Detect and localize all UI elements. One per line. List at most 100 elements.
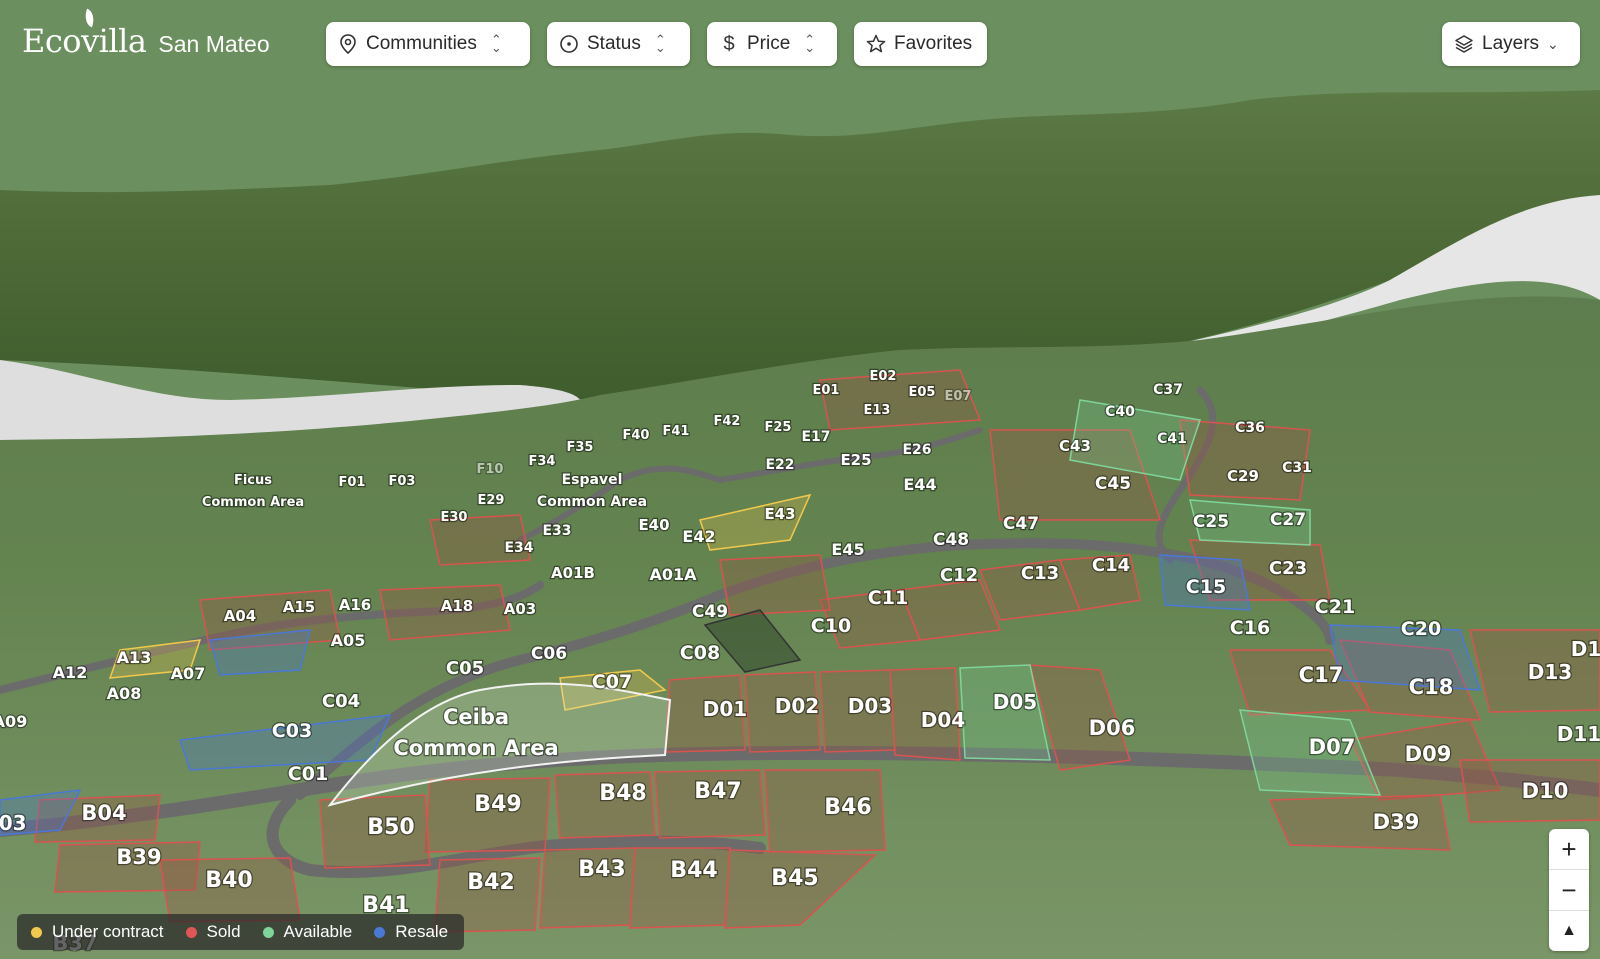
lot-label-b39[interactable]: B39 bbox=[115, 844, 163, 871]
lot-label-f40[interactable]: F40 bbox=[621, 427, 650, 445]
lot-label-c31[interactable]: C31 bbox=[1281, 459, 1313, 478]
lot-label-d05[interactable]: D05 bbox=[992, 689, 1039, 716]
lot-label-d10[interactable]: D10 bbox=[1520, 778, 1569, 805]
lot-label-c37[interactable]: C37 bbox=[1152, 381, 1184, 400]
lot-label-d06[interactable]: D06 bbox=[1087, 715, 1136, 742]
lot-label-e02[interactable]: E02 bbox=[868, 368, 897, 386]
lot-label-c15[interactable]: C15 bbox=[1185, 575, 1228, 600]
compass-button[interactable]: ▲ bbox=[1549, 911, 1589, 951]
lot-label-c08[interactable]: C08 bbox=[679, 641, 722, 666]
lot-label-e25[interactable]: E25 bbox=[839, 450, 873, 471]
lot-label-f35[interactable]: F35 bbox=[565, 439, 594, 457]
lot-label-c40[interactable]: C40 bbox=[1104, 403, 1137, 422]
lot-label-c45[interactable]: C45 bbox=[1094, 473, 1133, 496]
status-filter[interactable]: Status ⌃ ⌄ bbox=[547, 22, 690, 66]
common-area-label-espavel[interactable]: Common Area bbox=[536, 493, 649, 512]
lot-label-b42[interactable]: B42 bbox=[466, 869, 516, 897]
favorites-button[interactable]: Favorites bbox=[854, 22, 987, 66]
lot-label-e40[interactable]: E40 bbox=[637, 515, 671, 536]
lot-label-c29[interactable]: C29 bbox=[1226, 466, 1260, 487]
lot-label-a05[interactable]: A05 bbox=[329, 630, 366, 652]
lot-label-f03[interactable]: F03 bbox=[387, 473, 416, 491]
lot-label-b45[interactable]: B45 bbox=[770, 865, 820, 893]
lot-label-c41[interactable]: C41 bbox=[1156, 430, 1188, 449]
lot-label-e42[interactable]: E42 bbox=[681, 526, 717, 548]
lot-label-a04[interactable]: A04 bbox=[223, 606, 258, 627]
lot-label-e01[interactable]: E01 bbox=[811, 382, 840, 400]
lot-label-e22[interactable]: E22 bbox=[764, 456, 796, 475]
lot-label-a12[interactable]: A12 bbox=[51, 662, 88, 684]
lot-label-e43[interactable]: E43 bbox=[763, 504, 797, 525]
lot-label-e44[interactable]: E44 bbox=[902, 474, 938, 496]
lot-label-c43[interactable]: C43 bbox=[1058, 436, 1092, 457]
lot-label-a07[interactable]: A07 bbox=[169, 663, 206, 685]
lot-label-f25[interactable]: F25 bbox=[763, 419, 792, 437]
lot-label-c20[interactable]: C20 bbox=[1400, 617, 1443, 642]
lot-label-b50[interactable]: B50 bbox=[366, 814, 416, 842]
lot-label-c05[interactable]: C05 bbox=[445, 657, 486, 681]
lot-label-a18[interactable]: A18 bbox=[440, 596, 475, 617]
lot-label-d07[interactable]: D07 bbox=[1307, 734, 1356, 761]
lot-label-e05[interactable]: E05 bbox=[907, 384, 936, 402]
lot-label-b03[interactable]: B03 bbox=[0, 810, 28, 837]
lot-label-d02[interactable]: D02 bbox=[774, 693, 821, 720]
lot-label-c23[interactable]: C23 bbox=[1268, 557, 1309, 581]
lot-label-c18[interactable]: C18 bbox=[1407, 674, 1454, 701]
lot-label-a01b[interactable]: A01B bbox=[550, 563, 596, 584]
price-filter[interactable]: $ Price ⌃ ⌄ bbox=[707, 22, 837, 66]
lot-label-f01[interactable]: F01 bbox=[337, 474, 366, 492]
lot-label-a15[interactable]: A15 bbox=[282, 597, 317, 618]
communities-filter[interactable]: Communities ⌃ ⌄ bbox=[326, 22, 530, 66]
lot-label-d12[interactable]: D12 bbox=[1570, 636, 1600, 663]
lot-label-c49[interactable]: C49 bbox=[691, 601, 730, 624]
common-area-label-ceiba[interactable]: Ceiba bbox=[442, 704, 511, 731]
lot-label-c27[interactable]: C27 bbox=[1269, 509, 1308, 532]
lot-label-d39[interactable]: D39 bbox=[1371, 809, 1420, 836]
lot-label-c14[interactable]: C14 bbox=[1091, 554, 1132, 578]
lot-label-b47[interactable]: B47 bbox=[693, 778, 743, 806]
lot-label-c48[interactable]: C48 bbox=[932, 529, 971, 552]
lot-label-c06[interactable]: C06 bbox=[530, 643, 569, 666]
lot-label-c04[interactable]: C04 bbox=[321, 690, 362, 714]
lot-label-d13[interactable]: D13 bbox=[1527, 659, 1574, 686]
lot-label-e13[interactable]: E13 bbox=[862, 402, 891, 420]
lot-label-f10[interactable]: F10 bbox=[475, 461, 504, 479]
lot-label-a01a[interactable]: A01A bbox=[648, 564, 698, 586]
lot-label-a16[interactable]: A16 bbox=[338, 595, 373, 616]
lot-label-c01[interactable]: C01 bbox=[287, 762, 330, 787]
lot-label-d03[interactable]: D03 bbox=[847, 693, 894, 720]
lot-label-a08[interactable]: A08 bbox=[105, 683, 142, 705]
lot-label-b04[interactable]: B04 bbox=[80, 800, 128, 827]
layers-button[interactable]: Layers ⌄ bbox=[1442, 22, 1580, 66]
map-view[interactable]: E01 E02 E05 E07 E13 F42 F25 F40 F41 F35 E17 E26 F10 F… bbox=[0, 0, 1600, 959]
lot-label-c11[interactable]: C11 bbox=[867, 586, 910, 611]
lot-label-c47[interactable]: C47 bbox=[1002, 513, 1041, 536]
lot-label-e29[interactable]: E29 bbox=[476, 492, 505, 510]
lot-label-b43[interactable]: B43 bbox=[577, 856, 627, 884]
lot-label-a13[interactable]: A13 bbox=[115, 647, 152, 669]
lot-label-d01[interactable]: D01 bbox=[702, 696, 749, 723]
lot-label-c21[interactable]: C21 bbox=[1314, 595, 1357, 620]
common-area-label-ceiba[interactable]: Common Area bbox=[392, 735, 560, 762]
lot-label-c13[interactable]: C13 bbox=[1020, 562, 1061, 586]
lot-label-b48[interactable]: B48 bbox=[598, 780, 648, 808]
lot-label-a03[interactable]: A03 bbox=[503, 599, 538, 620]
common-area-label-espavel[interactable]: Espavel bbox=[560, 471, 623, 490]
lot-label-c17[interactable]: C17 bbox=[1297, 662, 1344, 689]
common-area-label-ficus[interactable]: Ficus bbox=[233, 472, 274, 490]
lot-label-b40[interactable]: B40 bbox=[204, 867, 254, 895]
lot-label-f41[interactable]: F41 bbox=[661, 423, 690, 441]
lot-label-d04[interactable]: D04 bbox=[920, 707, 967, 734]
zoom-in-button[interactable]: + bbox=[1549, 829, 1589, 870]
lot-label-c16[interactable]: C16 bbox=[1229, 616, 1272, 641]
lot-label-e34[interactable]: E34 bbox=[503, 539, 535, 558]
lot-label-c25[interactable]: C25 bbox=[1192, 511, 1231, 534]
lot-label-b49[interactable]: B49 bbox=[473, 791, 523, 819]
lot-label-d11[interactable]: D11 bbox=[1556, 721, 1600, 748]
lot-label-c07[interactable]: C07 bbox=[591, 670, 634, 695]
lot-label-c36[interactable]: C36 bbox=[1234, 419, 1266, 438]
lot-label-f34[interactable]: F34 bbox=[527, 453, 556, 471]
lot-label-e07[interactable]: E07 bbox=[943, 388, 972, 406]
lot-label-d09[interactable]: D09 bbox=[1403, 741, 1452, 768]
zoom-out-button[interactable]: − bbox=[1549, 870, 1589, 911]
